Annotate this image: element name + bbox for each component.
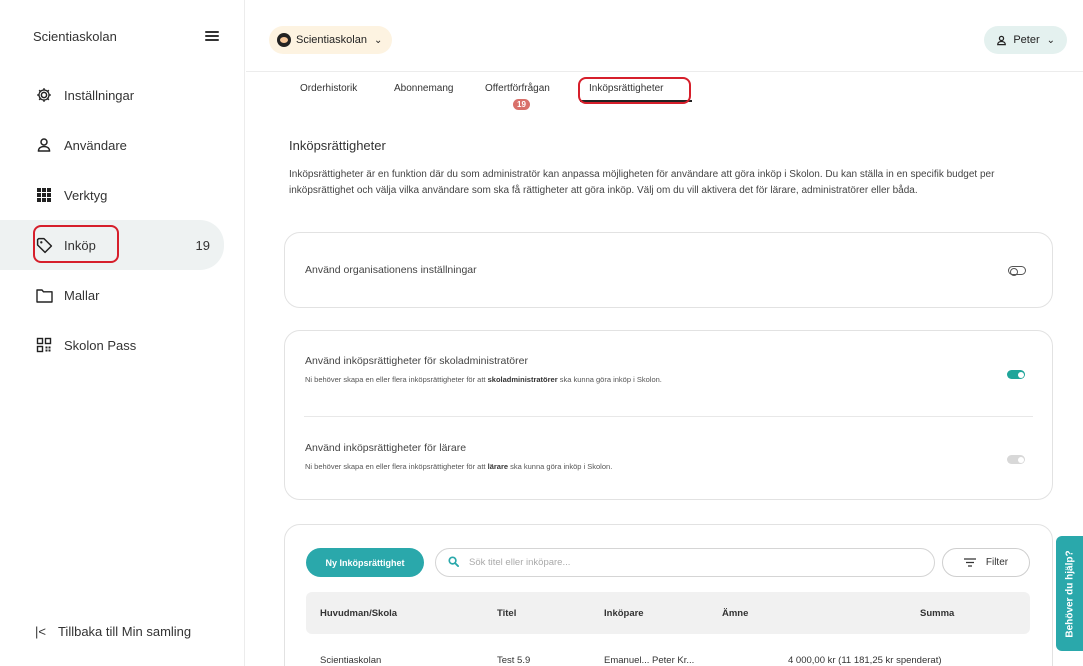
sidebar-nav: Inställningar Användare Verktyg Inköp 19 xyxy=(0,70,245,370)
org-settings-card: Använd organisationens inställningar xyxy=(284,232,1053,308)
teacher-sublabel-bold: lärare xyxy=(487,462,509,471)
table-header: Huvudman/Skola Titel Inköpare Ämne Summa xyxy=(306,592,1030,634)
page-title: Inköpsrättigheter xyxy=(289,138,386,153)
teacher-sublabel-pre: Ni behöver skapa en eller flera inköpsrä… xyxy=(305,462,488,471)
tab-offertforfragan[interactable]: Offertförfrågan xyxy=(485,83,550,94)
user-icon xyxy=(35,136,53,154)
divider xyxy=(304,416,1033,417)
org-settings-label: Använd organisationens inställningar xyxy=(305,264,477,276)
sidebar-item-verktyg[interactable]: Verktyg xyxy=(0,170,245,220)
page-description: Inköpsrättigheter är en funktion där du … xyxy=(289,169,995,196)
column-header-buyer[interactable]: Inköpare xyxy=(604,608,644,619)
admin-sublabel: Ni behöver skapa en eller flera inköpsrä… xyxy=(305,375,662,384)
tab-orderhistorik[interactable]: Orderhistorik xyxy=(300,83,357,94)
filter-icon xyxy=(963,556,976,570)
filter-label: Filter xyxy=(985,557,1009,568)
sidebar-item-label: Inställningar xyxy=(64,87,135,103)
admin-row: Använd inköpsrättigheter för skoladminis… xyxy=(305,355,662,384)
admin-label: Använd inköpsrättigheter för skoladminis… xyxy=(305,355,528,367)
new-purchase-right-button[interactable]: Ny Inköpsrättighet xyxy=(306,548,424,577)
tab-offertforfragan-badge: 19 xyxy=(513,99,530,110)
sidebar-item-label: Inköp xyxy=(64,237,96,253)
grid-icon xyxy=(35,186,53,204)
organization-avatar-icon xyxy=(277,33,291,47)
search-icon xyxy=(448,555,459,570)
sidebar-item-label: Verktyg xyxy=(64,187,108,203)
sidebar-header: Scientiaskolan xyxy=(0,0,244,72)
column-header-title[interactable]: Titel xyxy=(497,608,516,619)
tab-inkopsrattigheter[interactable]: Inköpsrättigheter xyxy=(589,83,664,94)
user-icon xyxy=(996,35,1007,46)
sidebar-item-mallar[interactable]: Mallar xyxy=(0,270,245,320)
back-to-collection-label: Tillbaka till Min samling xyxy=(57,624,192,639)
chevron-down-icon: ⌄ xyxy=(1046,34,1055,46)
chevron-down-icon: ⌄ xyxy=(373,34,383,46)
admin-sublabel-post: ska kunna göra inköp i Skolon. xyxy=(557,375,662,384)
table-cell-school: Scientiaskolan xyxy=(320,655,382,666)
main-content: Inköpsrättigheter Inköpsrättigheter är e… xyxy=(289,138,1059,199)
organization-selector[interactable]: Scientiaskolan ⌄ xyxy=(269,26,393,54)
sidebar-item-label: Användare xyxy=(64,137,127,153)
table-cell-title: Test 5.9 xyxy=(497,655,531,666)
teacher-toggle[interactable] xyxy=(1007,455,1025,464)
admin-toggle[interactable] xyxy=(1007,370,1025,379)
menu-icon[interactable] xyxy=(205,31,219,41)
search-input[interactable]: Sök titel eller inköpare... xyxy=(435,548,935,577)
org-settings-toggle[interactable] xyxy=(1008,266,1026,276)
topbar: Scientiaskolan ⌄ Peter ⌄ xyxy=(246,0,1083,72)
sidebar-item-anvandare[interactable]: Användare xyxy=(0,120,245,170)
tag-icon xyxy=(35,236,53,254)
active-tab-indicator xyxy=(580,100,692,102)
sidebar-item-inkop[interactable]: Inköp 19 xyxy=(0,220,224,270)
filter-button[interactable]: Filter xyxy=(942,548,1030,577)
back-to-collection-link[interactable]: |< Tillbaka till Min samling xyxy=(35,624,191,639)
teacher-row: Använd inköpsrättigheter för lärare Ni b… xyxy=(305,442,612,471)
gear-icon xyxy=(35,86,53,104)
sidebar-item-label: Skolon Pass xyxy=(64,337,137,353)
teacher-sublabel: Ni behöver skapa en eller flera inköpsrä… xyxy=(305,462,612,471)
search-placeholder: Sök titel eller inköpare... xyxy=(469,557,571,568)
sidebar: Scientiaskolan Inställningar Användare V… xyxy=(0,0,245,666)
admin-sublabel-bold: skoladministratörer xyxy=(487,375,558,384)
tab-abonnemang[interactable]: Abonnemang xyxy=(394,83,454,94)
user-menu[interactable]: Peter ⌄ xyxy=(984,26,1067,54)
sidebar-brand[interactable]: Scientiaskolan xyxy=(33,29,117,44)
admin-sublabel-pre: Ni behöver skapa en eller flera inköpsrä… xyxy=(305,375,488,384)
column-header-school[interactable]: Huvudman/Skola xyxy=(320,608,397,619)
collapse-left-icon: |< xyxy=(35,624,46,639)
qr-icon xyxy=(35,336,53,354)
sidebar-item-installningar[interactable]: Inställningar xyxy=(0,70,245,120)
user-name: Peter xyxy=(1013,34,1040,46)
organization-name: Scientiaskolan xyxy=(296,34,367,46)
sidebar-item-badge: 19 xyxy=(195,237,210,253)
tabs: Orderhistorik Abonnemang Offertförfrågan… xyxy=(246,72,1083,110)
folder-icon xyxy=(35,286,53,304)
sidebar-item-skolon-pass[interactable]: Skolon Pass xyxy=(0,320,245,370)
purchase-rights-toggles-card: Använd inköpsrättigheter för skoladminis… xyxy=(284,330,1053,500)
help-label: Behöver du hjälp? xyxy=(1064,549,1075,638)
teacher-sublabel-post: ska kunna göra inköp i Skolon. xyxy=(508,462,613,471)
column-header-subject[interactable]: Ämne xyxy=(722,608,748,619)
teacher-label: Använd inköpsrättigheter för lärare xyxy=(305,442,467,454)
table-cell-buyer: Emanuel... Peter Kr... xyxy=(604,655,695,666)
column-header-sum[interactable]: Summa xyxy=(920,608,954,619)
help-tab[interactable]: Behöver du hjälp? xyxy=(1056,536,1083,651)
sidebar-item-label: Mallar xyxy=(64,287,100,303)
table-cell-sum: 4 000,00 kr (11 181,25 kr spenderat) xyxy=(788,655,942,666)
